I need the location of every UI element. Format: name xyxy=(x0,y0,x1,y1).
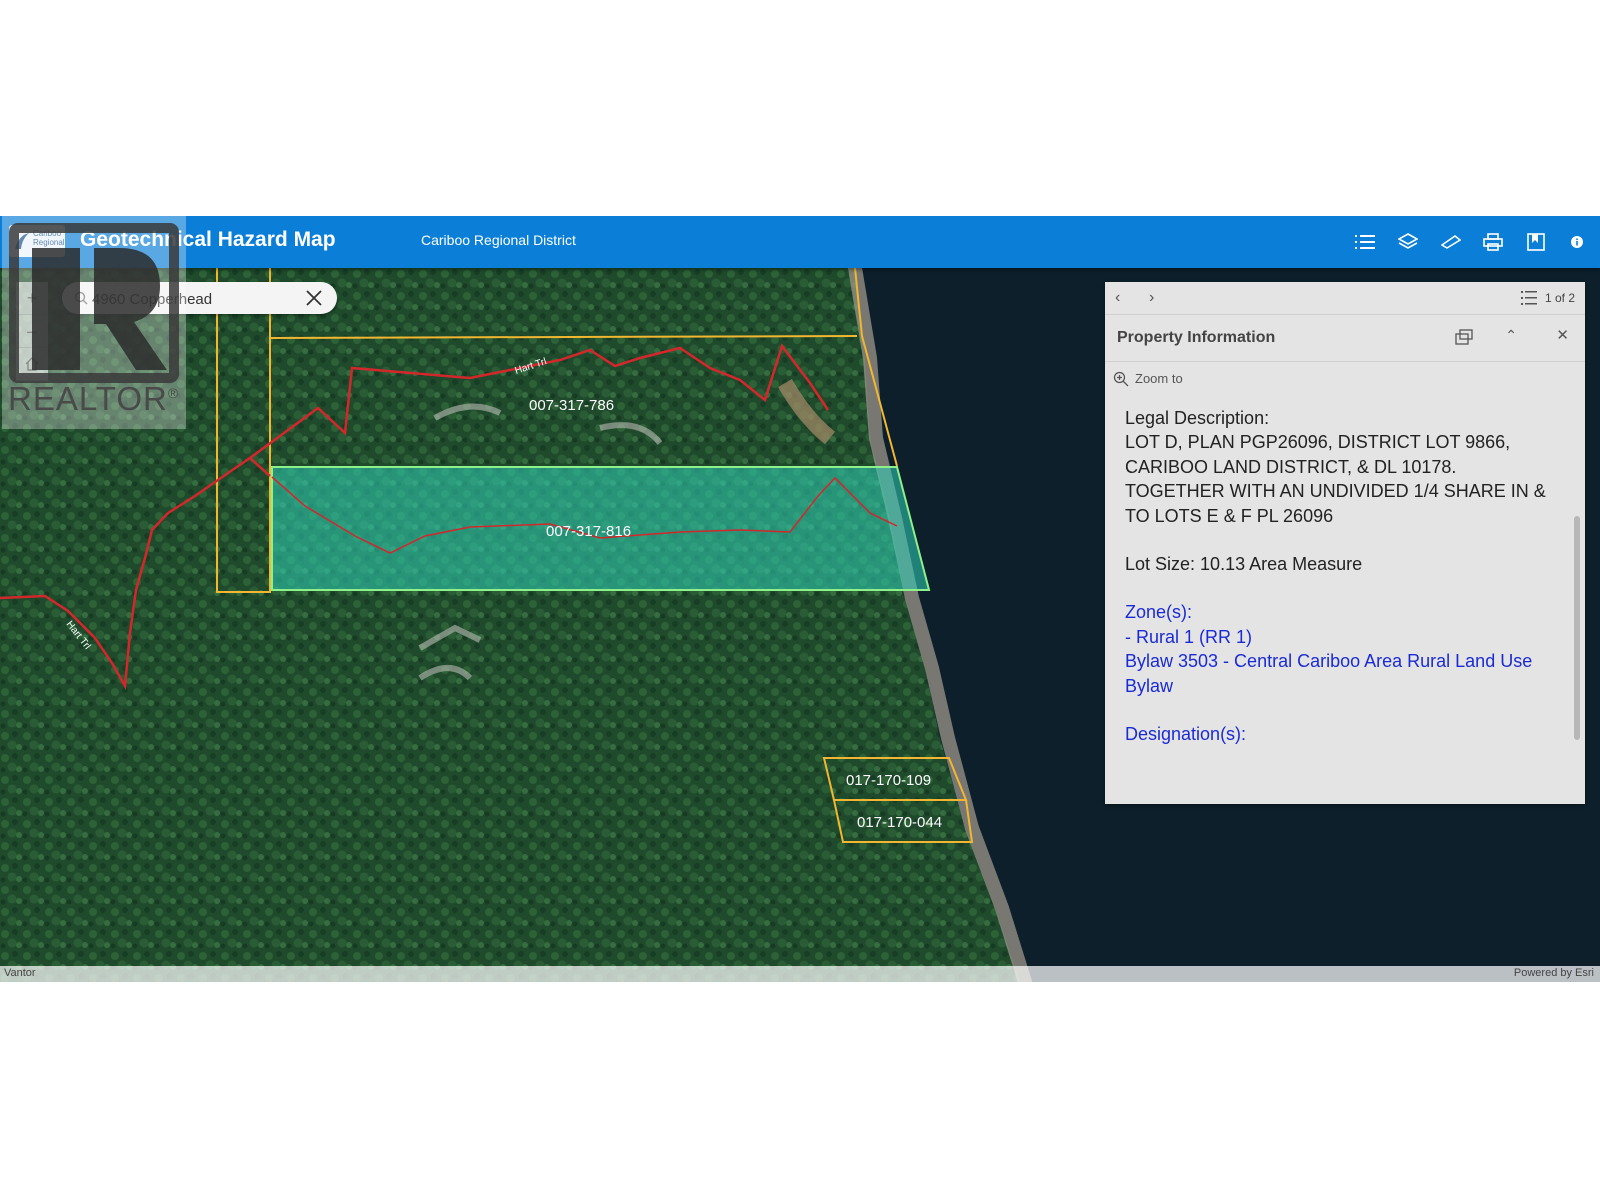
legal-description-text: LOT D, PLAN PGP26096, DISTRICT LOT 9866,… xyxy=(1125,432,1546,526)
legend-list-button[interactable] xyxy=(1353,230,1377,254)
zoom-to-label: Zoom to xyxy=(1135,371,1183,387)
close-icon[interactable]: ✕ xyxy=(1556,326,1569,344)
lot-size: Lot Size: 10.13 Area Measure xyxy=(1125,554,1363,575)
info-icon xyxy=(1571,236,1583,248)
realtor-logo xyxy=(9,223,179,383)
previous-feature-button[interactable]: ‹ xyxy=(1115,289,1120,307)
zoom-to-icon xyxy=(1113,371,1129,387)
panel-header: Property Information ⌃ ✕ xyxy=(1105,315,1585,362)
measure-button[interactable] xyxy=(1439,230,1463,254)
property-info-panel: ‹ › 1 of 2 Property Information ⌃ ✕ Zoom… xyxy=(1105,282,1585,804)
map-app: 007-317-786 007-317-816 017-170-109 017-… xyxy=(0,216,1600,982)
panel-scrollbar[interactable] xyxy=(1573,404,1581,804)
property-details: Legal Description: LOT D, PLAN PGP26096,… xyxy=(1125,406,1555,770)
panel-title: Property Information xyxy=(1117,329,1276,346)
measure-icon xyxy=(1441,235,1461,249)
app-header: Cariboo Regional Geotechnical Hazard Map… xyxy=(0,216,1600,268)
dock-icon[interactable] xyxy=(1455,329,1473,345)
bookmark-button[interactable] xyxy=(1524,230,1548,254)
zoom-to-button[interactable]: Zoom to xyxy=(1113,370,1183,387)
scrollbar-thumb[interactable] xyxy=(1574,516,1580,740)
info-button[interactable] xyxy=(1567,230,1587,254)
collapse-icon[interactable]: ⌃ xyxy=(1505,327,1517,344)
bylaw-link[interactable]: Bylaw 3503 - Central Cariboo Area Rural … xyxy=(1125,651,1532,695)
app-subtitle: Cariboo Regional District xyxy=(421,232,576,248)
layers-icon xyxy=(1398,233,1418,249)
print-icon xyxy=(1483,233,1503,251)
parcel-label: 017-170-109 xyxy=(846,772,931,789)
designations-label: Designation(s): xyxy=(1125,724,1247,745)
list-icon xyxy=(1355,235,1375,249)
feature-count: 1 of 2 xyxy=(1544,291,1575,305)
legal-description-label: Legal Description: xyxy=(1125,408,1270,428)
parcel-label: 007-317-786 xyxy=(529,397,614,414)
parcel-label: 017-170-044 xyxy=(857,814,942,831)
feature-pager: ‹ › 1 of 2 xyxy=(1105,282,1585,315)
attribution-bar: Vantor Powered by Esri xyxy=(0,966,1600,982)
parcel-label: 007-317-816 xyxy=(546,523,631,540)
print-button[interactable] xyxy=(1481,230,1505,254)
imagery-credit: Vantor xyxy=(4,967,36,979)
realtor-text: REALTOR® xyxy=(8,380,180,417)
feature-list-icon[interactable] xyxy=(1521,290,1537,306)
next-feature-button[interactable]: › xyxy=(1149,289,1154,307)
zone-value: - Rural 1 (RR 1) xyxy=(1125,626,1253,647)
clear-search-icon[interactable] xyxy=(304,288,324,308)
esri-credit[interactable]: Powered by Esri xyxy=(1514,967,1594,979)
zones-label: Zone(s): xyxy=(1125,602,1193,623)
realtor-watermark: REALTOR® xyxy=(2,216,186,429)
bookmark-icon xyxy=(1527,233,1545,251)
layers-button[interactable] xyxy=(1396,230,1420,254)
